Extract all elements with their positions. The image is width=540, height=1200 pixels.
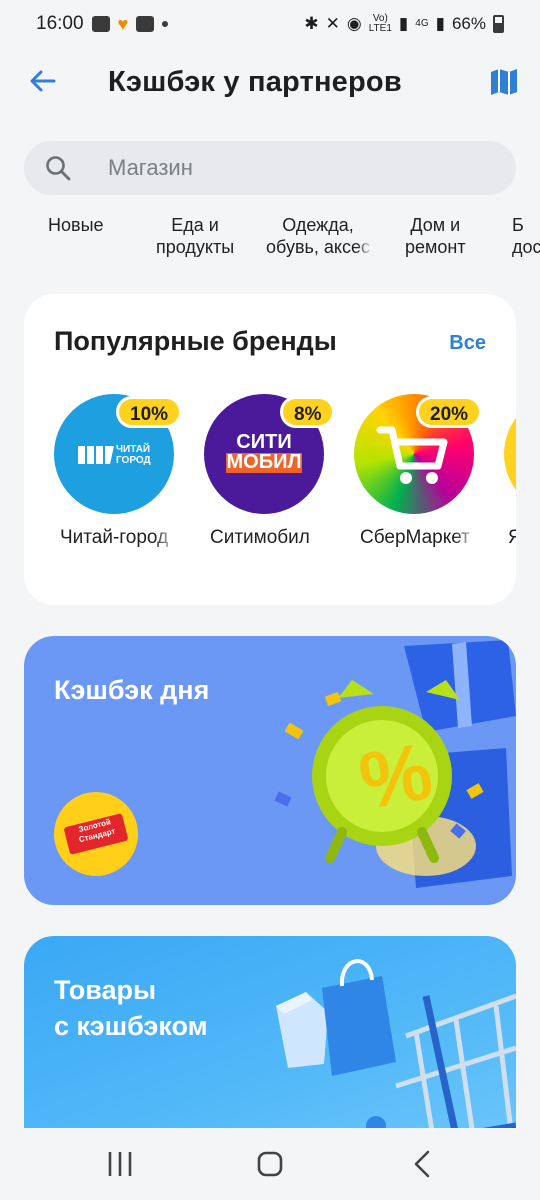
signal-icon-2: ▮ (435, 14, 445, 33)
arrow-left-icon[interactable] (26, 64, 60, 98)
cashback-of-day-card[interactable]: Кэшбэк дня Золотой Стандарт % (24, 636, 516, 905)
system-nav-bar (0, 1128, 540, 1200)
popular-brands-title: Популярные бренды (54, 326, 337, 356)
yandex-logo (504, 394, 516, 514)
cashback-badge: 20% (416, 396, 483, 428)
see-all-link[interactable]: Все (449, 332, 486, 355)
status-time: 16:00 (36, 13, 84, 34)
cashback-of-day-title: Кэшбэк дня (54, 675, 210, 705)
brand-name: Я (508, 527, 516, 548)
signal-icon: ▮ (398, 14, 409, 33)
gallery-notification-icon (91, 16, 110, 32)
wallet-notification-icon (136, 16, 155, 32)
cashback-badge: 8% (280, 396, 336, 428)
category-new[interactable]: Новые (48, 214, 104, 236)
battery-icon (493, 15, 504, 33)
bluetooth-icon: ✱ (304, 14, 319, 33)
category-food[interactable]: Еда и продукты (156, 214, 234, 258)
battery-percent: 66% (451, 14, 486, 33)
back-icon[interactable] (402, 1146, 442, 1182)
popular-brands-card: Популярные бренды Все ЧИТАЙ ГОРОД 10% Чи… (24, 294, 516, 605)
goods-with-cashback-card[interactable]: Товары с кэшбэком (24, 936, 516, 1156)
search-bar[interactable] (24, 141, 516, 195)
mute-icon: ✕ (325, 14, 340, 33)
citymobil-logo-text-overlay: СИТИ МОБИЛ (226, 431, 302, 473)
category-home[interactable]: Дом и ремонт (405, 214, 466, 258)
home-icon[interactable] (250, 1146, 290, 1182)
screen: 16:00 ♥ ✱ ✕ ◉ Vo) LTE1 ▮ 4G ▮ 66% Кэшбэк… (0, 0, 540, 1200)
category-tabs: Новые Еда и продукты Одежда, обувь, аксе… (0, 214, 540, 266)
category-clothes[interactable]: Одежда, обувь, аксес (263, 214, 373, 258)
brand-name: СберМаркет (360, 527, 470, 548)
svg-text:%: % (353, 726, 439, 826)
brand-name: Читай-город (60, 527, 169, 548)
category-more[interactable]: Б дос (512, 214, 540, 258)
network-label: 4G (415, 18, 429, 29)
status-bar: 16:00 ♥ ✱ ✕ ◉ Vo) LTE1 ▮ 4G ▮ 66% (0, 0, 540, 48)
search-input[interactable] (108, 141, 488, 195)
alarm-clock-illustration: % (274, 640, 516, 888)
chitai-gorod-logo-text: ЧИТАЙ ГОРОД (116, 444, 151, 466)
hotspot-icon: ◉ (346, 14, 362, 33)
zolotoy-standart-logo: Золотой Стандарт (54, 792, 138, 876)
recents-icon[interactable] (100, 1146, 140, 1182)
search-icon (46, 156, 71, 181)
brand-name: Ситимобил (210, 527, 310, 548)
shopping-illustration (276, 959, 516, 1156)
map-icon[interactable] (488, 66, 520, 98)
volte-label: Vo) LTE1 (368, 13, 392, 34)
app-header: Кэшбэк у партнеров (0, 52, 540, 112)
page-title: Кэшбэк у партнеров (108, 66, 402, 98)
goods-with-cashback-title: Товары с кэшбэком (54, 975, 208, 1041)
more-notifications-icon (162, 21, 169, 27)
cashback-badge: 10% (116, 396, 183, 428)
heart-notification-icon: ♥ (117, 13, 129, 34)
